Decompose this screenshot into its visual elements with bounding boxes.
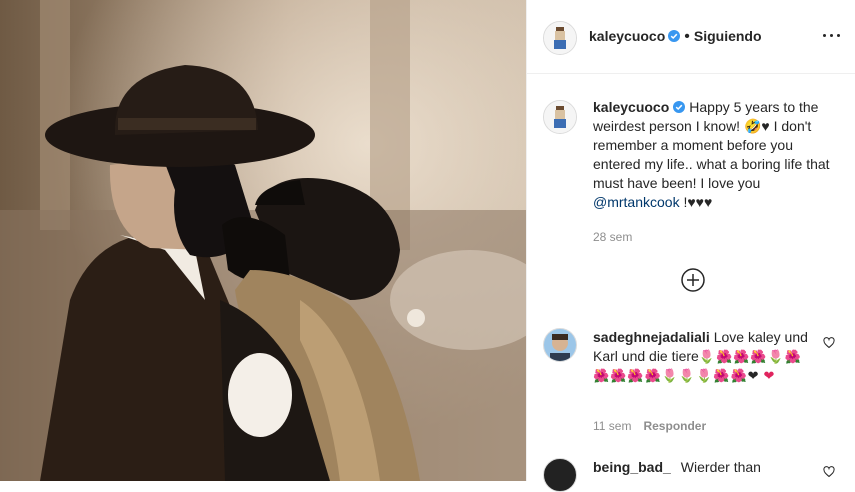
comment-username[interactable]: sadeghnejadaliali bbox=[593, 329, 710, 345]
post-photo[interactable] bbox=[0, 0, 526, 481]
commenter-avatar[interactable] bbox=[543, 458, 577, 492]
comment-emojis: 🌺🌺🌺🌺🌷🌷🌷🌺🌺❤ bbox=[593, 368, 760, 383]
load-more-comments-icon[interactable] bbox=[681, 268, 705, 292]
caption-timestamp[interactable]: 28 sem bbox=[593, 230, 632, 244]
commenter-avatar[interactable] bbox=[543, 328, 577, 362]
instagram-post: kaleycuoco • Siguiendo kaleycuoco Happy 5 y… bbox=[0, 0, 855, 492]
like-icon[interactable] bbox=[823, 466, 835, 478]
comment: sadeghnejadaliali Love kaley und Karl und… bbox=[593, 328, 825, 385]
avatar-image bbox=[544, 329, 576, 361]
post-side-panel: kaleycuoco • Siguiendo kaleycuoco Happy 5 y… bbox=[526, 0, 855, 492]
caption-username[interactable]: kaleycuoco bbox=[593, 99, 669, 115]
caption-text-end: !♥♥♥ bbox=[679, 194, 713, 210]
post-header: kaleycuoco • Siguiendo bbox=[527, 0, 855, 74]
caption-mention-link[interactable]: @mrtankcook bbox=[593, 194, 680, 210]
comment-username[interactable]: being_bad_ bbox=[593, 459, 671, 475]
post-username[interactable]: kaleycuoco bbox=[589, 28, 665, 44]
caption-avatar[interactable] bbox=[543, 100, 577, 134]
comment-timestamp[interactable]: 11 sem bbox=[593, 419, 631, 433]
header-line: kaleycuoco • Siguiendo bbox=[589, 28, 762, 46]
comment-emojis: ❤ bbox=[763, 368, 776, 383]
like-icon[interactable] bbox=[823, 337, 835, 349]
more-options-icon[interactable] bbox=[821, 26, 845, 44]
avatar-image bbox=[544, 101, 576, 133]
comment: being_bad_ Wierder than bbox=[593, 458, 825, 477]
comment-text: Wierder than bbox=[680, 459, 761, 475]
avatar-image bbox=[544, 22, 576, 54]
post-caption: kaleycuoco Happy 5 years to the weirdest … bbox=[593, 98, 843, 212]
separator-dot: • bbox=[684, 28, 690, 45]
comment-meta: 11 sem Responder bbox=[593, 419, 706, 433]
verified-icon bbox=[673, 101, 686, 113]
reply-button[interactable]: Responder bbox=[643, 419, 706, 433]
avatar[interactable] bbox=[543, 21, 577, 55]
photo-couple-kissing bbox=[0, 0, 526, 481]
comment-emojis: 🌷🌺🌺🌺🌷🌺 bbox=[698, 349, 802, 364]
following-button[interactable]: Siguiendo bbox=[694, 28, 762, 44]
verified-icon bbox=[668, 30, 681, 42]
